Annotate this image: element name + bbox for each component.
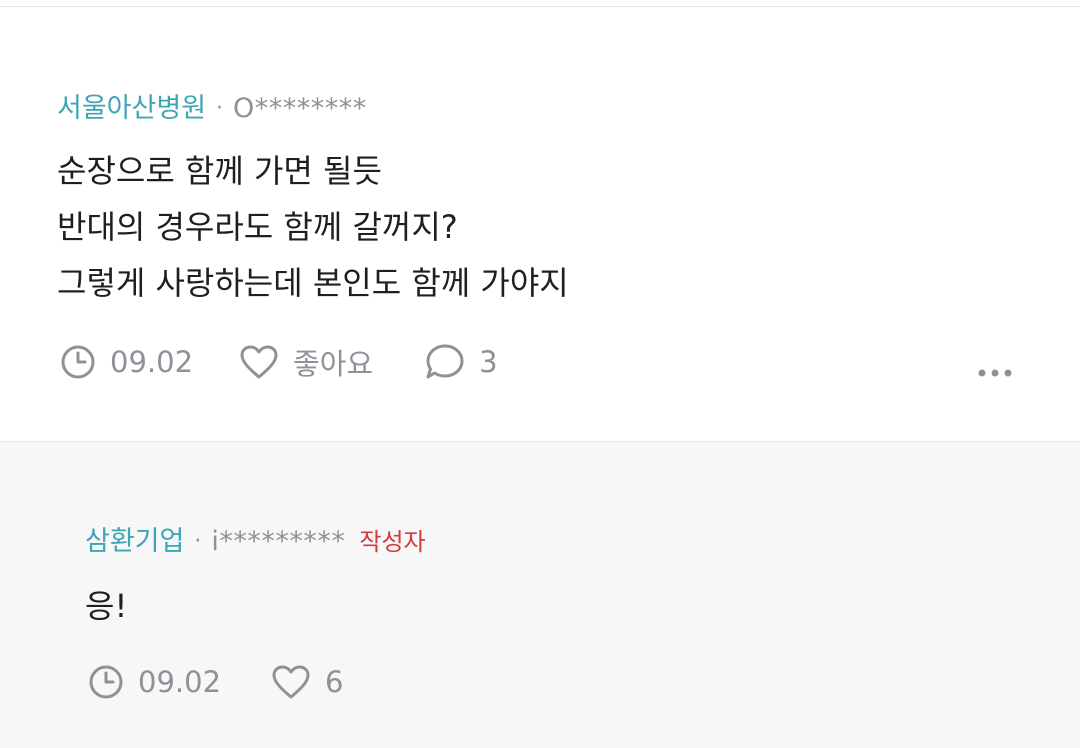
like-count: 6 (325, 665, 344, 699)
like-button[interactable]: 좋아요 (239, 341, 373, 383)
reply-actions: 09.02 6 (88, 664, 343, 700)
date-text: 09.02 (138, 665, 222, 699)
date-text: 09.02 (110, 345, 194, 379)
comment-item: 서울아산병원 · O******** 순장으로 함께 가면 될듯 반대의 경우라… (0, 7, 1080, 441)
heart-icon (271, 664, 311, 700)
meta-separator: · (194, 529, 202, 554)
more-dots-icon (978, 363, 1012, 382)
reply-date: 09.02 (88, 664, 221, 700)
speech-bubble-icon (425, 343, 465, 381)
comment-body: 순장으로 함께 가면 될듯 반대의 경우라도 함께 갈꺼지? 그렇게 사랑하는데… (57, 152, 569, 302)
comment-date: 09.02 (60, 344, 193, 380)
reply-meta: 삼환기업 · i********* 작성자 (85, 524, 426, 560)
like-button[interactable]: 6 (271, 664, 343, 700)
reply-count: 3 (479, 345, 498, 379)
heart-icon (239, 344, 279, 380)
reply-item: 삼환기업 · i********* 작성자 응! 09.02 6 (0, 441, 1080, 748)
comment-meta: 서울아산병원 · O******** (57, 91, 367, 127)
author-badge: 작성자 (359, 528, 426, 556)
more-options-button[interactable] (978, 363, 1012, 382)
clock-icon (88, 664, 124, 700)
meta-separator: · (216, 96, 224, 121)
comment-actions: 09.02 좋아요 3 (60, 341, 498, 383)
author-company[interactable]: 삼환기업 (85, 524, 184, 560)
comment-thread: 서울아산병원 · O******** 순장으로 함께 가면 될듯 반대의 경우라… (0, 0, 1080, 748)
author-name: O******** (233, 93, 367, 124)
like-label: 좋아요 (293, 347, 374, 381)
reply-button[interactable]: 3 (425, 343, 498, 381)
author-company[interactable]: 서울아산병원 (57, 91, 206, 127)
reply-body: 응! (85, 587, 128, 625)
author-name: i********* (211, 526, 346, 557)
clock-icon (60, 344, 96, 380)
